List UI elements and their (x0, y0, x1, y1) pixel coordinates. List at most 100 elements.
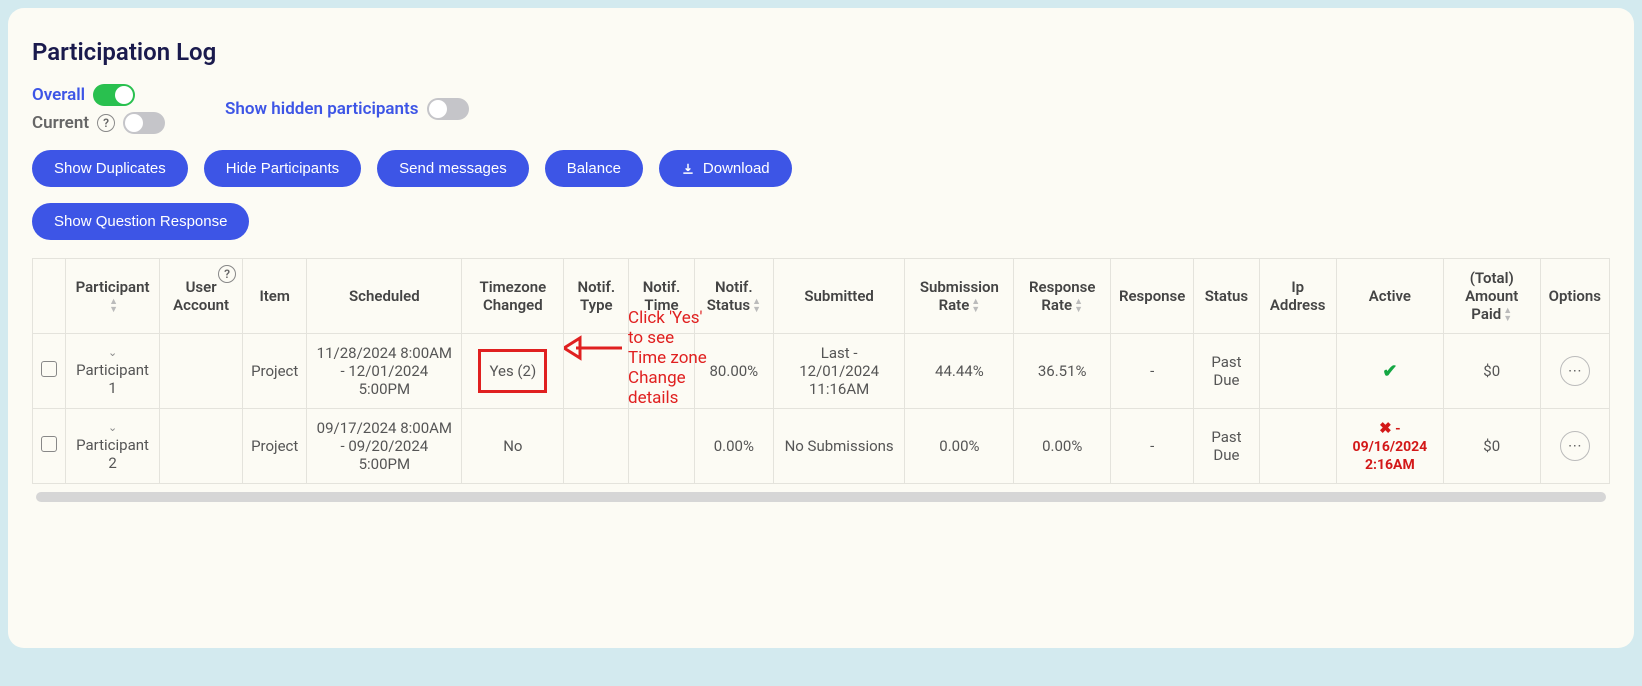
col-user-account[interactable]: User Account ? (160, 259, 243, 334)
row-checkbox[interactable] (41, 361, 57, 377)
button-row-2: Show Question Response (32, 203, 1610, 240)
col-response[interactable]: Response (1110, 259, 1193, 334)
col-notif-type[interactable]: Notif. Type (564, 259, 629, 334)
show-hidden-label: Show hidden participants (225, 99, 418, 119)
notif-type-cell (564, 334, 629, 409)
submitted-cell: No Submissions (773, 409, 904, 484)
col-tz[interactable]: Timezone Changed (462, 259, 564, 334)
options-button[interactable]: ⋯ (1560, 431, 1590, 461)
col-tz-label: Timezone Changed (480, 278, 547, 314)
col-resp-rate-label: Response Rate (1029, 278, 1095, 314)
resp-rate-cell: 36.51% (1014, 334, 1110, 409)
ip-cell (1259, 409, 1336, 484)
participant-name[interactable]: Participant 2 (76, 436, 149, 472)
col-scheduled[interactable]: Scheduled (307, 259, 462, 334)
notif-type-cell (564, 409, 629, 484)
horizontal-scrollbar[interactable] (36, 492, 1606, 502)
tz-cell: No (462, 409, 564, 484)
chevron-down-icon[interactable]: ⌄ (74, 421, 151, 434)
active-cell: ✔ (1336, 334, 1443, 409)
show-question-response-button[interactable]: Show Question Response (32, 203, 249, 240)
overall-label: Overall (32, 85, 85, 105)
resp-rate-cell: 0.00% (1014, 409, 1110, 484)
paid-cell: $0 (1443, 409, 1540, 484)
current-toggle[interactable] (123, 112, 165, 134)
table-row: ⌄ Participant 1 Project11/28/2024 8:00AM -… (33, 334, 1610, 409)
scheduled-cell: 09/17/2024 8:00AM - 09/20/2024 5:00PM (307, 409, 462, 484)
notif-time-cell (629, 409, 694, 484)
table-wrap: Participant ▲▼ User Account ? Item Schedu… (32, 258, 1610, 484)
x-icon: ✖ (1379, 419, 1392, 437)
col-status[interactable]: Status (1194, 259, 1259, 334)
col-submitted[interactable]: Submitted (773, 259, 904, 334)
col-notif-type-label: Notif. Type (577, 278, 615, 314)
item-cell: Project (243, 409, 307, 484)
tz-changed-link[interactable]: Yes (2) (478, 349, 547, 393)
participation-log-card: Participation Log Overall Current ? Show… (8, 8, 1634, 648)
sort-icon: ▲▼ (109, 298, 118, 314)
download-icon (681, 162, 695, 176)
help-icon[interactable]: ? (97, 114, 115, 132)
button-row-1: Show Duplicates Hide Participants Send m… (32, 150, 1610, 187)
col-checkbox (33, 259, 66, 334)
download-button[interactable]: Download (659, 150, 792, 187)
tz-cell: Yes (2) (462, 334, 564, 409)
ip-cell (1259, 334, 1336, 409)
hide-participants-button[interactable]: Hide Participants (204, 150, 361, 187)
notif-status-cell: 0.00% (694, 409, 773, 484)
user-account-cell (160, 409, 243, 484)
show-duplicates-button[interactable]: Show Duplicates (32, 150, 188, 187)
page-title: Participation Log (32, 38, 1610, 66)
col-participant-label: Participant (76, 278, 150, 296)
col-sub-rate[interactable]: Submission Rate▲▼ (905, 259, 1014, 334)
row-checkbox[interactable] (41, 436, 57, 452)
annot-l4: Change (628, 368, 707, 388)
header-row: Participant ▲▼ User Account ? Item Schedu… (33, 259, 1610, 334)
col-active[interactable]: Active (1336, 259, 1443, 334)
participant-name[interactable]: Participant 1 (76, 361, 149, 397)
col-ip-label: Ip Address (1270, 278, 1326, 314)
options-button[interactable]: ⋯ (1560, 356, 1590, 386)
col-submitted-label: Submitted (804, 287, 874, 305)
participation-table: Participant ▲▼ User Account ? Item Schedu… (32, 258, 1610, 484)
col-status-label: Status (1205, 287, 1248, 305)
overall-toggle[interactable] (93, 84, 135, 106)
sort-icon: ▲▼ (1074, 298, 1083, 314)
sub-rate-cell: 44.44% (905, 334, 1014, 409)
col-item-label: Item (259, 287, 289, 305)
active-cell: ✖ - 09/16/2024 2:16AM (1336, 409, 1443, 484)
help-icon[interactable]: ? (218, 265, 236, 283)
col-item[interactable]: Item (243, 259, 307, 334)
sub-rate-cell: 0.00% (905, 409, 1014, 484)
sort-icon: ▲▼ (971, 298, 980, 314)
annot-l3: Time zone (628, 348, 707, 368)
col-participant[interactable]: Participant ▲▼ (66, 259, 160, 334)
status-cell: Past Due (1194, 334, 1259, 409)
col-notif-status-label: Notif. Status (707, 278, 753, 314)
col-resp-rate[interactable]: Response Rate▲▼ (1014, 259, 1110, 334)
scheduled-cell: 11/28/2024 8:00AM - 12/01/2024 5:00PM (307, 334, 462, 409)
chevron-down-icon[interactable]: ⌄ (74, 346, 151, 359)
response-cell: - (1110, 334, 1193, 409)
inactive-dash: - (1392, 421, 1401, 437)
inactive-date: 09/16/2024 2:16AM (1353, 439, 1428, 473)
annotation-text: Click 'Yes' to see Time zone Change deta… (628, 308, 707, 408)
submitted-cell: Last - 12/01/2024 11:16AM (773, 334, 904, 409)
col-sub-rate-label: Submission Rate (920, 278, 999, 314)
col-paid[interactable]: (Total) Amount Paid▲▼ (1443, 259, 1540, 334)
tz-changed-value: No (503, 437, 522, 455)
current-label: Current (32, 113, 89, 133)
col-options[interactable]: Options (1540, 259, 1609, 334)
response-cell: - (1110, 409, 1193, 484)
annot-l2: to see (628, 328, 707, 348)
col-ip[interactable]: Ip Address (1259, 259, 1336, 334)
item-cell: Project (243, 334, 307, 409)
download-label: Download (703, 160, 770, 177)
send-messages-button[interactable]: Send messages (377, 150, 529, 187)
paid-cell: $0 (1443, 334, 1540, 409)
sort-icon: ▲▼ (752, 298, 761, 314)
table-row: ⌄ Participant 2 Project09/17/2024 8:00AM -… (33, 409, 1610, 484)
show-hidden-toggle[interactable] (427, 98, 469, 120)
user-account-cell (160, 334, 243, 409)
balance-button[interactable]: Balance (545, 150, 643, 187)
